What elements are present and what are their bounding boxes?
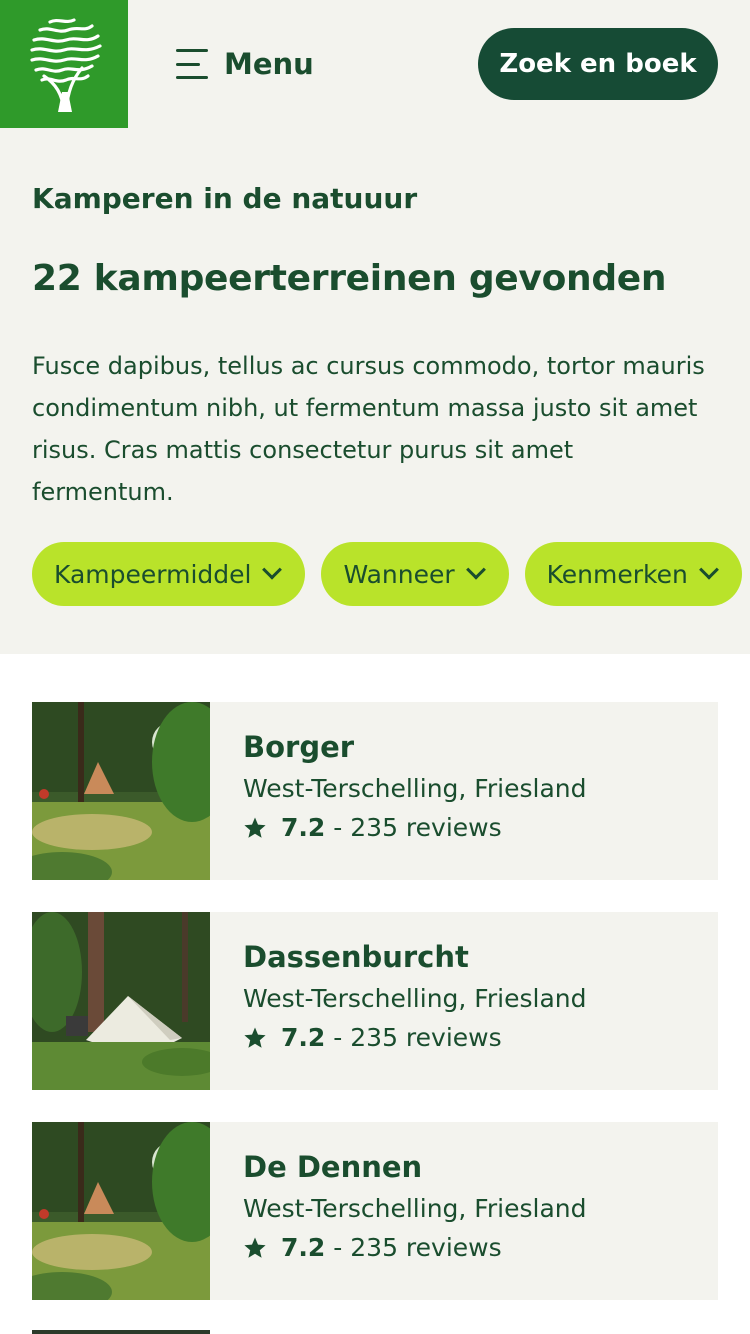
brand-logo[interactable]	[0, 0, 128, 128]
campsite-photo	[32, 912, 210, 1090]
review-count: - 235 reviews	[333, 813, 502, 842]
review-count: - 235 reviews	[333, 1233, 502, 1262]
campsite-location: West-Terschelling, Friesland	[243, 1194, 587, 1223]
filter-chip-label: Kampeermiddel	[54, 559, 252, 589]
chevron-down-icon	[465, 559, 486, 580]
filter-chip-kampeermiddel[interactable]: Kampeermiddel	[32, 542, 306, 606]
search-and-book-button[interactable]: Zoek en boek	[478, 28, 718, 100]
campsite-name: Borger	[243, 730, 355, 764]
menu-button[interactable]: Menu	[176, 40, 314, 88]
filter-bar: Kampeermiddel Wanneer Kenmerken	[32, 542, 742, 606]
filter-chip-label: Kenmerken	[546, 559, 688, 589]
filter-chip-kenmerken[interactable]: Kenmerken	[524, 542, 742, 606]
filter-chip-label: Wanneer	[343, 559, 455, 589]
chevron-down-icon	[698, 559, 719, 580]
star-icon	[244, 1027, 266, 1048]
campsite-location: West-Terschelling, Friesland	[243, 984, 587, 1013]
rating: 7.2 - 235 reviews	[243, 813, 586, 842]
star-icon	[244, 817, 266, 838]
intro-text: Fusce dapibus, tellus ac cursus commodo,…	[32, 352, 705, 506]
filter-chip-wanneer[interactable]: Wanneer	[321, 542, 509, 606]
next-card-peek	[32, 1330, 210, 1334]
hamburger-icon	[176, 49, 208, 79]
rating-score: 7.2	[281, 813, 326, 842]
campsite-name: De Dennen	[243, 1150, 423, 1184]
campsite-photo	[32, 702, 210, 880]
result-card[interactable]: Dassenburcht West-Terschelling, Frieslan…	[32, 912, 718, 1090]
star-icon	[244, 1237, 266, 1258]
result-card[interactable]: De Dennen West-Terschelling, Friesland 7…	[32, 1122, 718, 1300]
campsite-name: Dassenburcht	[243, 940, 469, 974]
review-count: - 235 reviews	[333, 1023, 502, 1052]
campsite-location: West-Terschelling, Friesland	[243, 774, 587, 803]
campsite-photo	[32, 1122, 210, 1300]
results-list: Borger West-Terschelling, Friesland 7.2 …	[32, 702, 718, 1332]
chevron-down-icon	[262, 559, 283, 580]
menu-label: Menu	[224, 47, 314, 81]
section-eyebrow: Kamperen in de natuuur	[32, 182, 418, 215]
header-section: Menu Zoek en boek Kamperen in de natuuur…	[0, 0, 750, 654]
rating: 7.2 - 235 reviews	[243, 1233, 586, 1262]
result-card[interactable]: Borger West-Terschelling, Friesland 7.2 …	[32, 702, 718, 880]
rating-score: 7.2	[281, 1023, 326, 1052]
page-title: 22 kampeerterreinen gevonden	[32, 258, 667, 299]
tree-logo-icon	[30, 18, 102, 112]
rating-score: 7.2	[281, 1233, 326, 1262]
rating: 7.2 - 235 reviews	[243, 1023, 586, 1052]
